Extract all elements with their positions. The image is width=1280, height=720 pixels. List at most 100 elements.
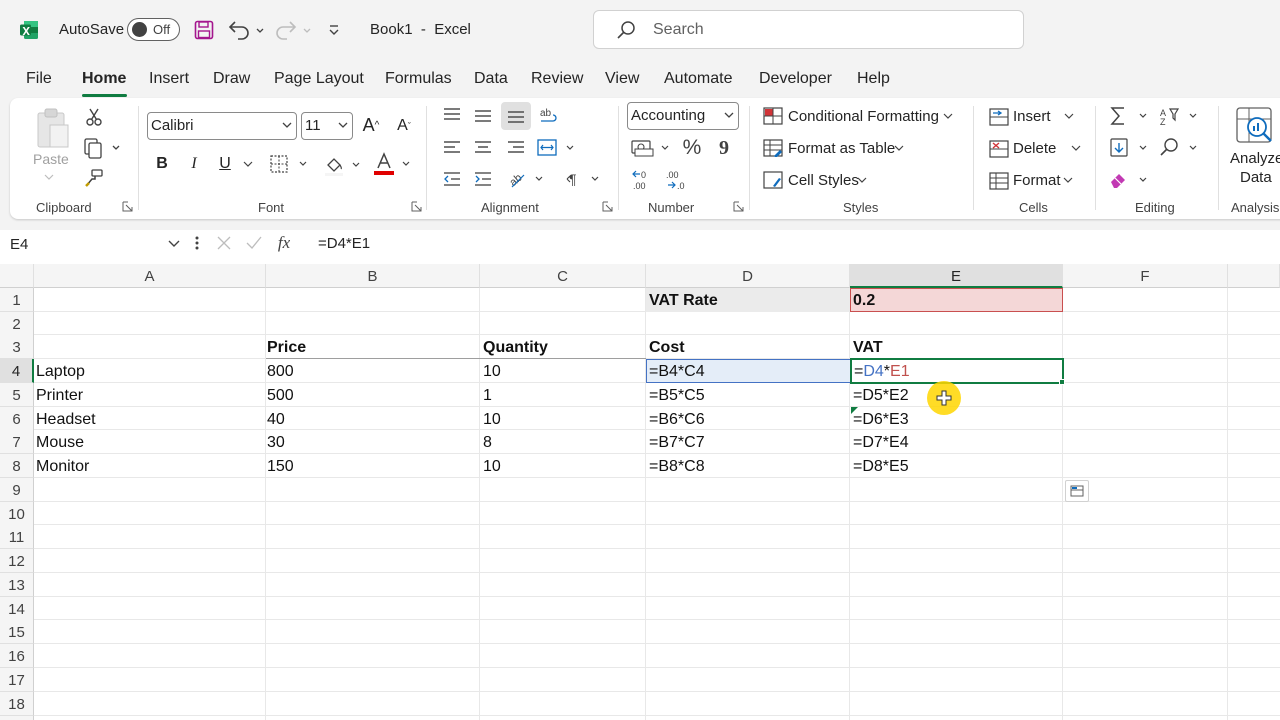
analyze-data-label-1[interactable]: Analyze	[1230, 150, 1280, 167]
cell-b3[interactable]: Price	[264, 335, 306, 359]
format-label[interactable]: Format	[1013, 172, 1061, 189]
cell-b8[interactable]: 150	[264, 454, 294, 478]
comma-style-button[interactable]: 9	[714, 135, 734, 161]
column-header-e[interactable]: E	[850, 264, 1063, 288]
conditional-formatting-label[interactable]: Conditional Formatting	[788, 108, 939, 125]
chevron-down-icon[interactable]	[240, 157, 256, 171]
font-name-combo[interactable]: Calibri	[147, 112, 297, 140]
save-icon[interactable]	[193, 18, 215, 42]
conditional-formatting-icon[interactable]	[762, 105, 784, 127]
cell-b6[interactable]: 40	[264, 407, 285, 431]
copy-icon[interactable]	[83, 137, 123, 159]
row-header-12[interactable]: 12	[0, 549, 34, 573]
row-header-16[interactable]: 16	[0, 644, 34, 668]
autosum-icon[interactable]	[1108, 105, 1152, 127]
decrease-decimal-icon[interactable]: .00.0	[662, 168, 690, 192]
chevron-down-icon[interactable]	[1063, 111, 1075, 121]
row-header-17[interactable]: 17	[0, 668, 34, 692]
cell-c6[interactable]: 10	[480, 407, 501, 431]
decrease-indent-icon[interactable]	[440, 168, 464, 190]
clear-icon[interactable]	[1108, 169, 1152, 191]
formula-input[interactable]: =D4*E1	[318, 235, 370, 252]
chevron-down-icon[interactable]	[1062, 175, 1074, 185]
row-header-5[interactable]: 5	[0, 383, 34, 407]
fill-color-icon[interactable]	[322, 153, 364, 177]
cell-d6[interactable]: =B6*C6	[646, 407, 705, 431]
decrease-font-size-icon[interactable]: Aˇ	[393, 115, 415, 137]
enter-icon[interactable]	[243, 233, 265, 253]
increase-font-size-icon[interactable]: A ^	[360, 113, 382, 137]
borders-icon[interactable]	[268, 153, 314, 175]
tab-view[interactable]: View	[605, 70, 639, 88]
wrap-text-icon[interactable]: ab	[536, 104, 562, 128]
format-as-table-label[interactable]: Format as Table	[788, 140, 895, 157]
chevron-down-icon[interactable]	[893, 143, 905, 153]
chevron-down-icon[interactable]	[1070, 143, 1082, 153]
cell-d5[interactable]: =B5*C5	[646, 383, 705, 407]
row-header-1[interactable]: 1	[0, 288, 34, 312]
cell-e8[interactable]: =D8*E5	[850, 454, 909, 478]
more-options-icon[interactable]	[191, 233, 203, 253]
cell-c3[interactable]: Quantity	[480, 335, 548, 359]
align-bottom-icon[interactable]	[501, 102, 531, 130]
cell-a5[interactable]: Printer	[33, 383, 83, 407]
increase-decimal-icon[interactable]: 0.00	[630, 168, 658, 192]
delete-label[interactable]: Delete	[1013, 140, 1056, 157]
insert-cells-icon[interactable]	[988, 106, 1010, 128]
tab-draw[interactable]: Draw	[213, 70, 250, 88]
row-header-6[interactable]: 6	[0, 407, 34, 431]
tab-data[interactable]: Data	[474, 70, 508, 88]
insert-function-button[interactable]: fx	[273, 231, 295, 255]
alignment-launcher-icon[interactable]	[602, 201, 613, 212]
tab-developer[interactable]: Developer	[759, 70, 832, 88]
cell-styles-icon[interactable]	[762, 169, 784, 191]
tab-file[interactable]: File	[26, 70, 52, 88]
name-box[interactable]: E4	[10, 233, 186, 255]
column-header-b[interactable]: B	[266, 264, 480, 288]
row-header-18[interactable]: 18	[0, 692, 34, 716]
orientation-icon[interactable]: ab	[506, 167, 548, 191]
cell-b7[interactable]: 30	[264, 430, 285, 454]
cell-d1[interactable]: VAT Rate	[646, 288, 718, 312]
font-launcher-icon[interactable]	[411, 201, 422, 212]
cell-b5[interactable]: 500	[264, 383, 294, 407]
tab-help[interactable]: Help	[857, 70, 890, 88]
undo-icon[interactable]	[227, 18, 267, 42]
chevron-down-icon[interactable]	[724, 110, 734, 120]
tab-home[interactable]: Home	[82, 70, 126, 88]
number-format-combo[interactable]: Accounting	[627, 102, 739, 130]
align-top-icon[interactable]	[440, 104, 464, 126]
paste-chevron-icon[interactable]	[42, 171, 56, 183]
cell-e3[interactable]: VAT	[850, 335, 883, 359]
chevron-down-icon[interactable]	[338, 120, 348, 130]
cell-c7[interactable]: 8	[480, 430, 492, 454]
row-header-4[interactable]: 4	[0, 359, 34, 383]
cell-c4[interactable]: 10	[480, 359, 501, 383]
autosave-toggle[interactable]: Off	[127, 18, 180, 41]
tab-insert[interactable]: Insert	[149, 70, 189, 88]
format-painter-icon[interactable]	[83, 167, 105, 189]
redo-icon[interactable]	[274, 18, 314, 42]
fill-handle[interactable]	[1059, 379, 1065, 385]
cell-e6[interactable]: =D6*E3	[850, 407, 909, 431]
row-header-10[interactable]: 10	[0, 502, 34, 526]
row-header-2[interactable]: 2	[0, 312, 34, 336]
analyze-data-icon[interactable]	[1234, 104, 1276, 146]
delete-cells-icon[interactable]	[988, 138, 1010, 160]
bold-button[interactable]: B	[151, 153, 173, 175]
row-header-15[interactable]: 15	[0, 620, 34, 644]
chevron-down-icon[interactable]	[282, 120, 292, 130]
row-header-3[interactable]: 3	[0, 335, 34, 359]
fill-icon[interactable]	[1108, 137, 1152, 159]
increase-indent-icon[interactable]	[471, 168, 495, 190]
align-center-icon[interactable]	[471, 137, 495, 159]
merge-center-icon[interactable]	[536, 136, 580, 160]
column-header-c[interactable]: C	[480, 264, 646, 288]
cell-a6[interactable]: Headset	[33, 407, 96, 431]
cell-e1[interactable]: 0.2	[850, 288, 875, 312]
autofill-options-button[interactable]	[1065, 480, 1089, 502]
align-middle-icon[interactable]	[471, 104, 495, 128]
format-as-table-icon[interactable]	[762, 137, 784, 159]
error-indicator-icon[interactable]	[851, 407, 858, 414]
align-left-icon[interactable]	[440, 137, 464, 159]
